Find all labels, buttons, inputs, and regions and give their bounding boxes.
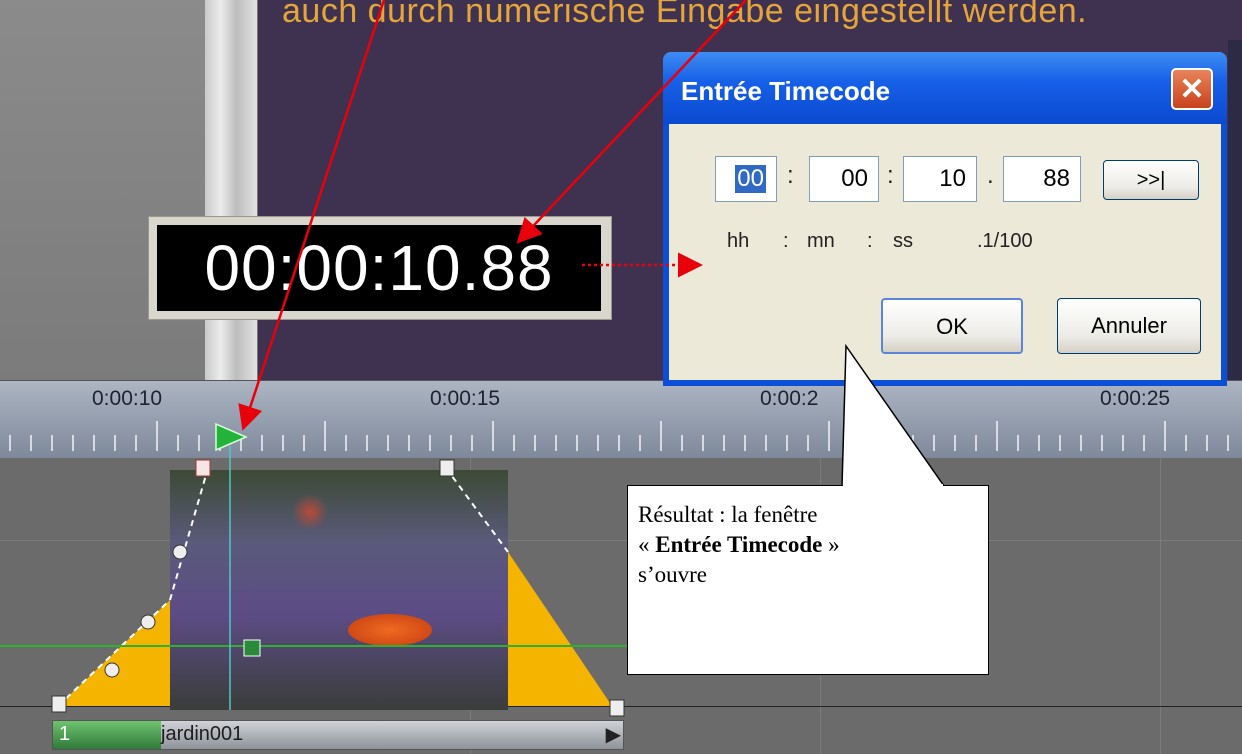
timecode-separator: : <box>887 162 894 189</box>
clip-number: 1 <box>59 723 71 745</box>
timecode-separator: . <box>987 162 994 189</box>
dialog-title: Entrée Timecode <box>681 76 891 106</box>
format-label-hh: hh <box>727 230 750 252</box>
grid-line <box>1160 458 1161 754</box>
clip-end-arrow-icon[interactable]: ▶ <box>606 722 621 747</box>
callout-box: Résultat : la fenêtre « Entrée Timecode … <box>627 485 989 675</box>
ruler-label: 0:00:25 <box>1100 387 1171 410</box>
ruler-ticks <box>9 421 1229 451</box>
format-label-sep: : <box>783 230 789 252</box>
seconds-field[interactable]: 10 <box>903 156 977 202</box>
clip-thumbnail[interactable] <box>170 470 508 710</box>
callout-bold-text: Entrée Timecode <box>655 532 823 557</box>
hours-field-selection: 00 <box>735 165 766 193</box>
timecode-display-value[interactable]: 00:00:10.88 <box>157 225 601 311</box>
left-panel <box>0 0 218 380</box>
format-label-ss: ss <box>893 230 913 252</box>
ruler-label: 0:00:15 <box>430 387 501 410</box>
clip-name: jardin001 <box>161 723 244 745</box>
ruler-label: 0:00:10 <box>92 387 163 410</box>
callout-open-quote: « <box>638 532 656 557</box>
clip-bar[interactable]: 1 jardin001 ▶ <box>52 720 624 750</box>
timecode-dialog: Entrée Timecode ✕ 00 : 00 : 10 . 88 >>| … <box>663 52 1227 386</box>
hours-field[interactable]: 00 <box>715 156 777 202</box>
format-label-mn: mn <box>807 230 835 252</box>
callout-line-1: Résultat : la fenêtre <box>638 502 818 527</box>
ruler-label: 0:00:2 <box>760 387 819 410</box>
frame-strip <box>205 0 258 380</box>
close-icon[interactable]: ✕ <box>1171 68 1213 110</box>
format-label-cs: .1/100 <box>977 230 1033 252</box>
preview-right-edge <box>1228 40 1242 380</box>
cancel-button[interactable]: Annuler <box>1057 298 1201 354</box>
hundredths-field[interactable]: 88 <box>1003 156 1081 202</box>
format-label-sep: : <box>867 230 873 252</box>
goto-end-button[interactable]: >>| <box>1103 160 1199 200</box>
timeline-ruler[interactable]: 0:00:10 0:00:15 0:00:2 0:00:25 <box>0 380 1242 459</box>
timecode-separator: : <box>787 162 794 189</box>
timecode-display-frame[interactable]: 00:00:10.88 <box>148 216 612 320</box>
dialog-titlebar[interactable]: Entrée Timecode ✕ <box>663 52 1227 124</box>
callout-text: Résultat : la fenêtre « Entrée Timecode … <box>638 500 978 590</box>
clip-thumbnail-flower <box>348 614 432 646</box>
ok-button[interactable]: OK <box>881 298 1023 354</box>
minutes-field[interactable]: 00 <box>809 156 879 202</box>
timecode-display-screen[interactable]: 00:00:10.88 <box>157 225 601 311</box>
preview-caption: auch durch numerische Eingabe eingestell… <box>282 0 1088 30</box>
dialog-body: 00 : 00 : 10 . 88 >>| hh : mn : ss .1/10… <box>669 124 1221 380</box>
callout-close-quote: » <box>822 532 840 557</box>
callout-line-3: s’ouvre <box>638 562 707 587</box>
